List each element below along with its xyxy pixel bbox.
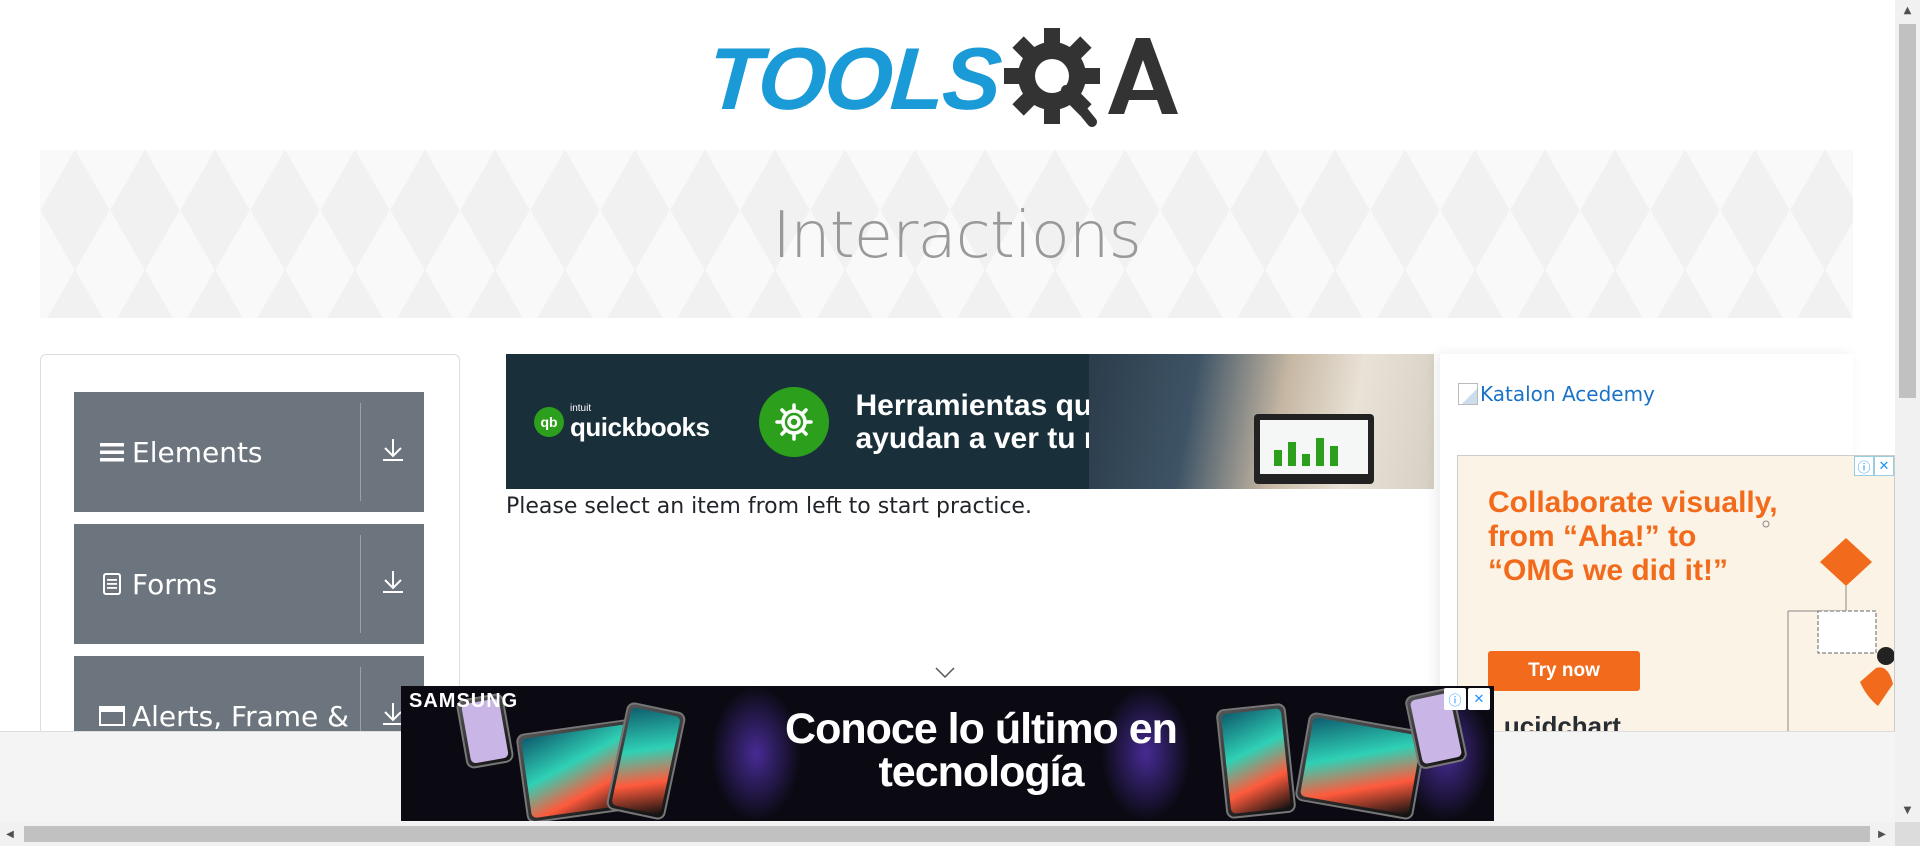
samsung-ad[interactable]: SAMSUNG Conoce lo último en tecnología ⓘ… — [401, 686, 1494, 821]
download-arrow-icon — [382, 569, 404, 599]
quickbooks-brand: quickbooks — [570, 411, 710, 442]
ad-close-icon[interactable]: ✕ — [1874, 456, 1894, 476]
quickbooks-photo — [1089, 354, 1434, 489]
sidebar-group-forms[interactable]: Forms — [74, 524, 424, 644]
lucidchart-headline: Collaborate visually, from “Aha!” to “OM… — [1488, 486, 1778, 587]
sidebar-group-label: Forms — [132, 567, 218, 601]
samsung-headline: Conoce lo último en tecnología — [785, 705, 1178, 796]
broken-image-icon — [1458, 383, 1478, 405]
horizontal-scrollbar[interactable]: ◀ ▶ — [0, 822, 1895, 846]
sidebar-group-alerts[interactable]: Alerts, Frame & — [74, 656, 424, 731]
scroll-up-icon[interactable]: ▲ — [1895, 0, 1920, 20]
page-banner: Interactions — [40, 150, 1853, 318]
scrollbar-corner — [1895, 822, 1920, 846]
ad-close-icon[interactable]: ✕ — [1468, 688, 1490, 710]
page-title: Interactions — [772, 199, 1142, 273]
lucidchart-ad[interactable]: Collaborate visually, from “Aha!” to “OM… — [1457, 455, 1895, 731]
chevron-down-icon[interactable] — [935, 664, 955, 683]
lucidchart-brand: Lucidchart — [1488, 711, 1621, 731]
vertical-scroll-thumb[interactable] — [1899, 24, 1916, 398]
sidebar-group-elements[interactable]: Elements — [74, 392, 424, 512]
phone-image — [605, 700, 687, 821]
vertical-scrollbar[interactable]: ▲ ▼ — [1895, 0, 1920, 822]
sidebar-group-header[interactable]: Alerts, Frame & — [74, 656, 360, 731]
phone-image — [1215, 702, 1297, 820]
scroll-down-icon[interactable]: ▼ — [1895, 800, 1920, 820]
katalon-alt-text: Katalon Acedemy — [1480, 382, 1655, 406]
katalon-ad-link[interactable]: Katalon Acedemy — [1458, 382, 1655, 406]
scroll-left-icon[interactable]: ◀ — [0, 822, 20, 846]
sidebar-group-header[interactable]: Forms — [74, 524, 360, 644]
sidebar-group-header[interactable]: Elements — [74, 392, 360, 512]
horizontal-scroll-thumb[interactable] — [24, 826, 1870, 842]
logo-text: TOOLS — [704, 29, 1004, 128]
sidebar-panel: Elements Forms Alerts, Frame & — [40, 354, 460, 731]
laptop-image — [1254, 414, 1374, 484]
gear-icon — [759, 386, 830, 457]
logo-gear-icon — [1003, 24, 1184, 134]
sidebar-group-label: Alerts, Frame & — [132, 699, 350, 732]
quickbooks-logo: qb intuit quickbooks — [534, 403, 710, 442]
qb-badge: qb — [534, 406, 564, 437]
window-icon — [98, 702, 126, 730]
quickbooks-ad[interactable]: qb intuit quickbooks Herramientas que te… — [506, 354, 1434, 489]
intro-text: Please select an item from left to start… — [506, 494, 1032, 519]
scroll-right-icon[interactable]: ▶ — [1872, 822, 1892, 846]
download-arrow-icon — [382, 437, 404, 467]
samsung-logo: SAMSUNG — [409, 690, 519, 712]
ad-badges: ⓘ ✕ — [1444, 688, 1490, 710]
try-now-button[interactable]: Try now — [1488, 651, 1640, 691]
document-icon — [98, 570, 126, 598]
expand-toggle-button[interactable] — [361, 392, 424, 512]
ad-badges: ⓘ ✕ — [1854, 456, 1894, 476]
ad-info-icon[interactable]: ⓘ — [1854, 456, 1874, 476]
sidebar-group-label: Elements — [132, 435, 263, 469]
hamburger-icon — [98, 438, 126, 466]
flowchart-illustration — [1762, 520, 1894, 731]
phone-image — [1294, 711, 1428, 821]
ad-info-icon[interactable]: ⓘ — [1444, 688, 1466, 710]
toolsqa-logo[interactable]: TOOLS — [704, 24, 1184, 134]
expand-toggle-button[interactable] — [361, 524, 424, 644]
page-viewport: TOOLS Interactions Elements Forms Alerts… — [0, 0, 1895, 731]
